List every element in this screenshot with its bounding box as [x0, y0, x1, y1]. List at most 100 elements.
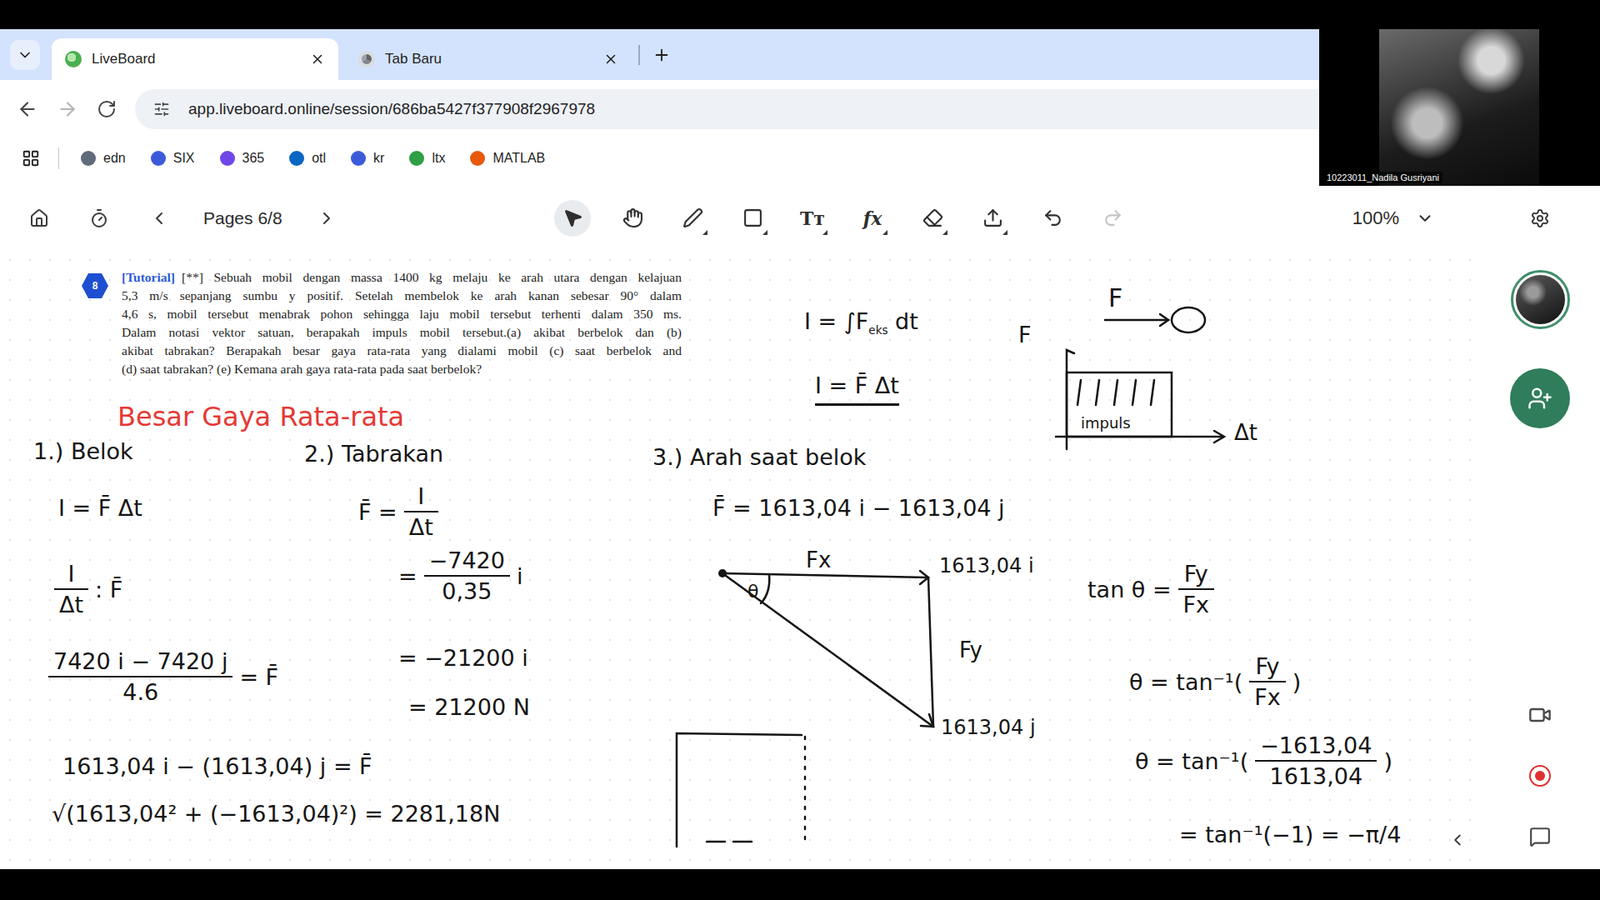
camera-button[interactable] [1527, 702, 1553, 728]
zoom-value: 100% [1352, 207, 1400, 230]
select-tool[interactable] [554, 200, 591, 237]
handwritten-note[interactable]: 3.) Arah saat belok [652, 444, 866, 470]
top-black-bar [0, 0, 1600, 30]
note-text: = tan⁻¹(−1) = −π/4 [1179, 821, 1401, 848]
screen: LiveBoard Tab Baru app.liveboard.online/se… [0, 0, 1600, 900]
export-tool[interactable] [974, 200, 1011, 237]
invite-button[interactable] [1510, 368, 1570, 429]
handwritten-note[interactable]: = −21200 i [398, 645, 529, 671]
problem-line: 4,6 s, mobil tersebut menabrak pohon seh… [121, 305, 682, 324]
denominator: Fx [1249, 680, 1286, 710]
undo-icon [1042, 207, 1064, 229]
bookmark[interactable]: kr [347, 144, 388, 173]
participant-name: 10223011_Nadila Gusriyani [1323, 171, 1443, 184]
shape-tool[interactable] [734, 200, 771, 237]
forward-arrow-icon[interactable] [56, 98, 79, 120]
tab-divider [638, 45, 640, 65]
tab-list-button[interactable] [10, 40, 40, 70]
handwritten-note[interactable]: 1.) Belok [33, 438, 134, 465]
bookmark[interactable]: otl [285, 144, 330, 173]
menu-corner-icon [702, 230, 708, 235]
handwritten-note[interactable]: θ = tan⁻¹(FyFx) [1129, 653, 1301, 710]
collapse-button[interactable] [1446, 829, 1469, 851]
settings-button[interactable] [1527, 205, 1553, 231]
zoom-select[interactable]: 100% [1352, 207, 1435, 230]
favicon-icon [65, 50, 82, 68]
bookmark-label: MATLAB [492, 150, 545, 166]
square-sketch[interactable] [673, 730, 809, 849]
hand-tool[interactable] [614, 200, 651, 237]
problem-line: [Tutorial][**] Sebuah mobil dengan massa… [121, 268, 682, 287]
handwritten-note[interactable]: θ = tan⁻¹(−1613,041613,04) [1135, 732, 1393, 790]
formula-tool[interactable]: fx [854, 200, 891, 237]
back-arrow-icon[interactable] [16, 98, 39, 120]
handwritten-note[interactable]: F̄ =IΔt [358, 483, 439, 540]
impulse-label: impuls [1080, 414, 1131, 432]
handwritten-note[interactable]: I = F̄ Δt [58, 495, 143, 521]
note-text: i [516, 563, 524, 590]
apps-grid-icon[interactable] [21, 149, 40, 168]
tab-label: Tab Baru [385, 50, 594, 68]
force-triangle-diagram[interactable]: θFx1613,04 iFy1613,04 j [714, 540, 1081, 741]
handwritten-note[interactable]: 2.) Tabrakan [304, 440, 444, 467]
previous-page-button[interactable] [146, 205, 172, 231]
note-text: I = ∫Feks dt [804, 308, 919, 338]
browser-tab[interactable]: LiveBoard [51, 38, 339, 80]
home-button[interactable] [26, 205, 52, 231]
handwritten-note[interactable]: = 21200 N [408, 694, 530, 720]
handwritten-note[interactable]: I = ∫Feks dt [804, 308, 919, 338]
handwritten-note[interactable]: Besar Gaya Rata-rata [117, 401, 405, 433]
redo-icon [1102, 207, 1124, 229]
browser-tab[interactable]: Tab Baru [345, 38, 632, 80]
timer-button[interactable] [86, 205, 112, 231]
note-text: = F̄ [239, 664, 279, 690]
chat-icon [1529, 825, 1551, 848]
timer-icon [89, 208, 110, 229]
handwritten-note[interactable]: √(1613,04² + (−1613,04)²) = 2281,18N [51, 800, 500, 827]
bookmark[interactable]: MATLAB [466, 144, 549, 173]
bookmark-icon [150, 150, 166, 166]
bookmark[interactable]: ltx [405, 144, 449, 173]
bookmark[interactable]: edn [77, 144, 130, 173]
impulse-graph[interactable]: impulsΔt [1055, 346, 1276, 451]
handwritten-note[interactable]: F [1018, 321, 1032, 348]
handwritten-note[interactable]: tan θ =FyFx [1087, 560, 1215, 618]
chevron-left-icon [149, 208, 170, 229]
export-icon [982, 207, 1004, 229]
eraser-tool[interactable] [914, 200, 951, 237]
close-icon[interactable] [310, 51, 325, 67]
handwritten-note[interactable]: = tan⁻¹(−1) = −π/4 [1179, 821, 1401, 848]
force-sketch[interactable]: F [1105, 283, 1210, 337]
user-avatar[interactable] [1510, 270, 1570, 330]
handwritten-note[interactable]: =−74200,35i [398, 547, 523, 605]
bookmark-label: edn [103, 150, 126, 166]
site-settings-button[interactable] [148, 95, 175, 123]
chat-button[interactable] [1527, 824, 1553, 850]
text-tool[interactable]: Tт [794, 200, 831, 237]
handwritten-note[interactable]: F̄ = 1613,04 i − 1613,04 j [712, 495, 1005, 521]
handwritten-note[interactable]: 7420 i − 7420 j4.6= F̄ [48, 648, 279, 705]
bookmark[interactable]: SIX [147, 144, 199, 173]
undo-tool[interactable] [1034, 200, 1071, 237]
new-tab-button[interactable] [646, 40, 677, 70]
handwritten-note[interactable]: I = F̄ Δt [815, 372, 900, 406]
record-button[interactable] [1527, 763, 1553, 789]
handwritten-note[interactable]: IΔt: F̄ [54, 560, 123, 618]
url-text: app.liveboard.online/session/686ba5427f3… [188, 100, 595, 119]
note-text: 3.) Arah saat belok [652, 444, 866, 470]
chevron-down-icon [1415, 209, 1435, 228]
bookmark[interactable]: 365 [216, 144, 269, 173]
note-text: ) [1383, 748, 1393, 775]
address-bar[interactable]: app.liveboard.online/session/686ba5427f3… [135, 89, 1320, 130]
handwritten-note[interactable]: 1613,04 i − (1613,04) j = F̄ [62, 753, 373, 780]
reload-icon[interactable] [96, 99, 117, 120]
bookmark-label: otl [311, 150, 326, 166]
redo-tool[interactable] [1094, 200, 1131, 237]
problem-card[interactable]: 8[Tutorial][**] Sebuah mobil dengan mass… [81, 268, 682, 379]
next-page-button[interactable] [314, 205, 340, 231]
pen-tool[interactable] [674, 200, 711, 237]
whiteboard-canvas[interactable]: 8[Tutorial][**] Sebuah mobil dengan mass… [0, 250, 1600, 870]
note-text: 1613,04 i − (1613,04) j = F̄ [62, 753, 373, 780]
tool-label: Tт [800, 207, 825, 230]
close-icon[interactable] [603, 51, 619, 67]
